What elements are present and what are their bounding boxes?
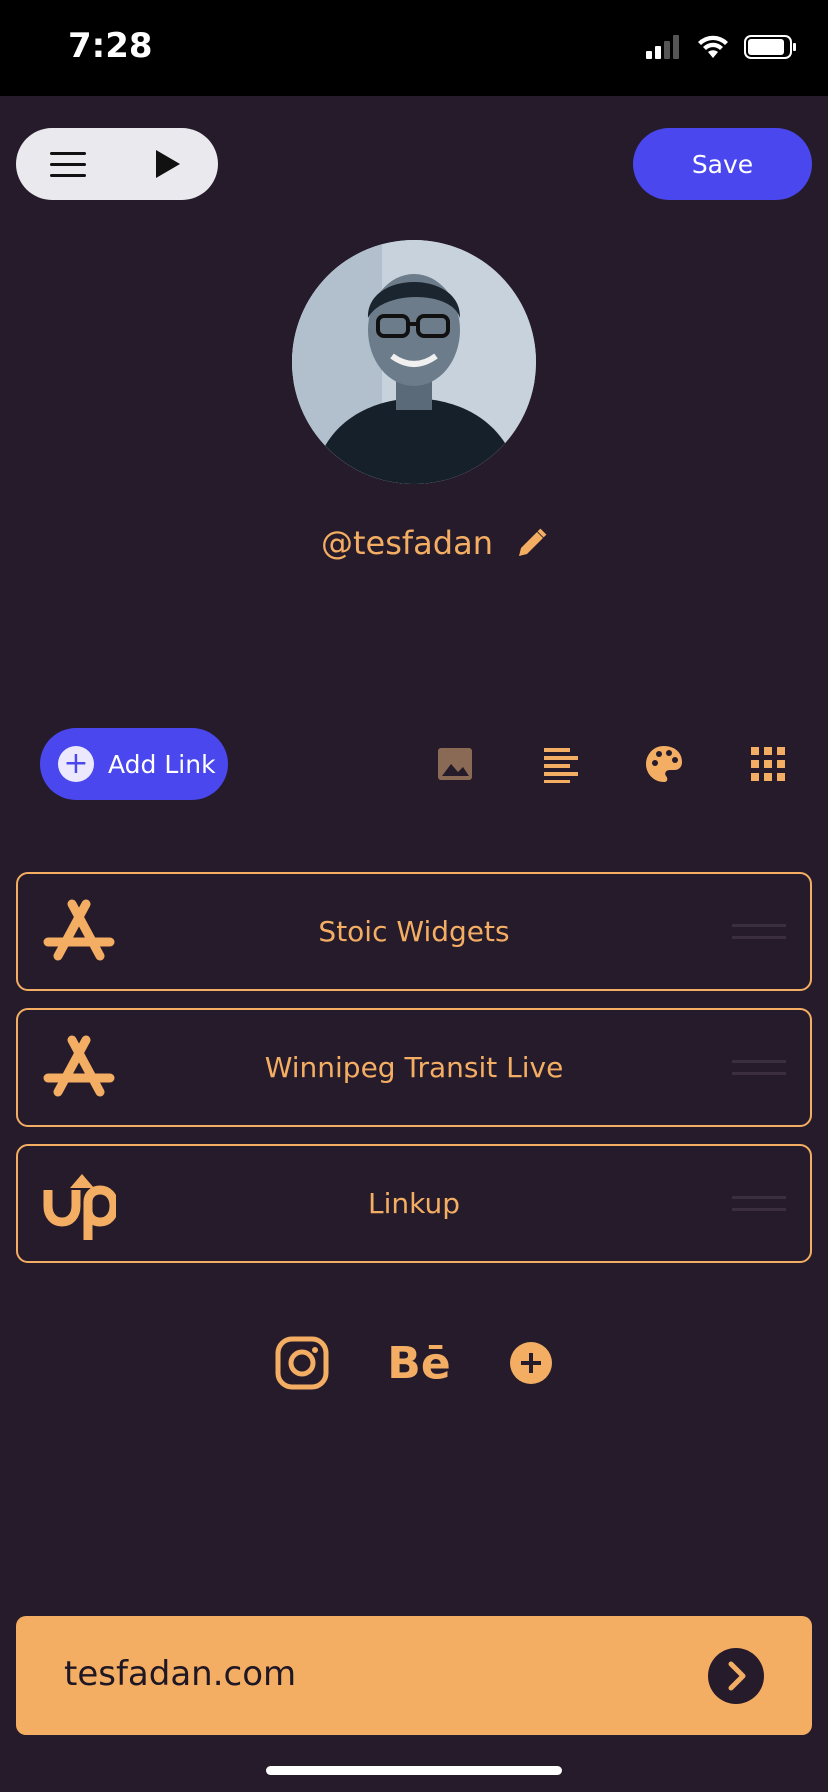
link-card[interactable]: Winnipeg Transit Live [16, 1008, 812, 1127]
domain-bar[interactable]: tesfadan.com [16, 1616, 812, 1735]
signal-icon [646, 35, 679, 59]
behance-icon[interactable]: Bē [387, 1338, 450, 1389]
add-link-button[interactable]: + Add Link [40, 728, 228, 800]
image-icon[interactable] [436, 744, 476, 784]
save-button[interactable]: Save [633, 128, 812, 200]
status-bar: 7:28 [0, 0, 828, 96]
menu-icon[interactable] [50, 152, 86, 178]
drag-handle[interactable] [732, 1060, 786, 1084]
menu-play-pill [16, 128, 218, 200]
wifi-icon [698, 35, 728, 58]
add-social-icon[interactable] [509, 1341, 553, 1385]
palette-icon[interactable] [644, 744, 684, 784]
home-indicator [266, 1766, 562, 1775]
drag-handle[interactable] [732, 924, 786, 948]
text-align-icon[interactable] [540, 744, 580, 784]
add-link-label: Add Link [108, 749, 216, 779]
instagram-icon[interactable] [275, 1336, 329, 1390]
domain-text: tesfadan.com [64, 1654, 297, 1694]
battery-icon [744, 35, 796, 59]
link-title: Stoic Widgets [318, 915, 510, 948]
username-row: @tesfadan [0, 518, 828, 568]
drag-handle[interactable] [732, 1196, 786, 1220]
play-icon[interactable] [156, 150, 180, 178]
grid-icon[interactable] [748, 744, 788, 784]
plus-icon: + [58, 746, 94, 782]
link-title: Linkup [368, 1187, 460, 1220]
pencil-icon[interactable] [517, 528, 547, 558]
status-time: 7:28 [68, 26, 153, 66]
username: @tesfadan [321, 524, 493, 562]
link-card[interactable]: Linkup [16, 1144, 812, 1263]
link-title: Winnipeg Transit Live [264, 1051, 564, 1084]
social-row: Bē [0, 1336, 828, 1390]
status-icons [646, 34, 798, 60]
link-card[interactable]: Stoic Widgets [16, 872, 812, 991]
avatar[interactable] [292, 240, 536, 484]
arrow-right-icon[interactable] [708, 1648, 764, 1704]
